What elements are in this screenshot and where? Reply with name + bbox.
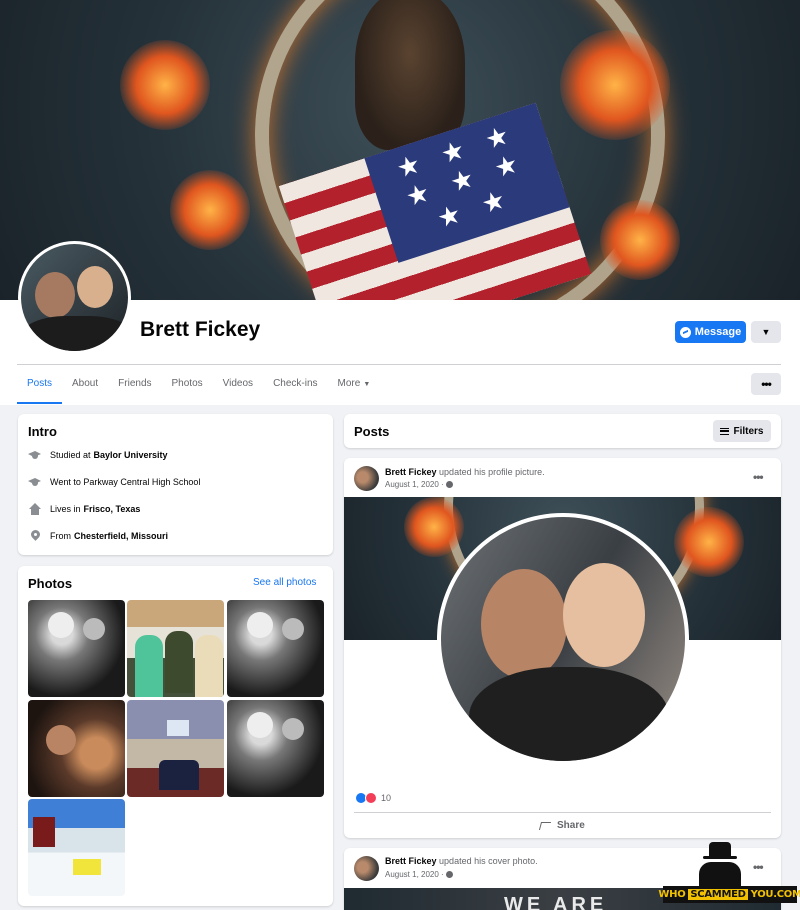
tab-friends[interactable]: Friends — [108, 365, 161, 404]
intro-item-prefix: From — [50, 531, 71, 541]
cover-eagle — [355, 0, 465, 150]
cover-image-text: WE ARE — [504, 894, 608, 910]
photo-thumbnail[interactable] — [28, 600, 125, 697]
intro-title: Intro — [28, 424, 57, 439]
profile-name: Brett Fickey — [140, 318, 261, 341]
profile-tabs: Posts About Friends Photos Videos Check-… — [17, 365, 380, 404]
photos-title: Photos — [28, 576, 73, 591]
chevron-down-icon: ▼ — [761, 327, 771, 337]
photo-face — [481, 569, 567, 679]
watermark-figure-icon — [699, 862, 741, 888]
watermark-hat-icon — [703, 842, 737, 859]
photo-shirt — [469, 667, 669, 761]
intro-item-value[interactable]: Frisco, Texas — [84, 504, 141, 514]
post-author-avatar[interactable] — [354, 856, 379, 881]
watermark-left: WHO — [658, 889, 686, 900]
watermark-right: YOU.COM — [750, 889, 800, 900]
cover-fire — [120, 40, 210, 130]
post-divider — [354, 812, 771, 813]
photo-thumbnail[interactable] — [227, 600, 324, 697]
filters-icon — [720, 427, 730, 435]
cover-photo[interactable]: ★ ★ ★ ★ ★ ★ ★ ★ — [0, 0, 800, 300]
intro-item-prefix: Studied at — [50, 450, 91, 460]
tab-more[interactable]: More ▼ — [328, 365, 381, 404]
post-author-avatar[interactable] — [354, 466, 379, 491]
intro-item-lives-in: Lives in Frisco, Texas — [28, 503, 140, 515]
graduation-cap-icon — [28, 476, 42, 488]
profile-header: ★ ★ ★ ★ ★ ★ ★ ★ Brett Fickey Message ▼ Pos… — [0, 0, 800, 405]
photo-thumbnail[interactable] — [127, 700, 224, 797]
backdrop-fire — [674, 507, 744, 577]
reaction-count: 10 — [381, 793, 392, 803]
see-all-photos-link[interactable]: See all photos — [253, 577, 316, 588]
photo-thumbnail[interactable] — [28, 799, 125, 896]
post-header-text: Brett Fickey updated his cover photo. — [385, 856, 538, 866]
share-label: Share — [557, 819, 585, 831]
post-header-text: Brett Fickey updated his profile picture… — [385, 467, 545, 477]
post-action-text: updated his cover photo. — [439, 856, 538, 866]
location-pin-icon — [28, 530, 42, 542]
photo-thumbnail[interactable] — [28, 700, 125, 797]
post-profile-picture[interactable] — [437, 513, 689, 765]
avatar-face — [35, 272, 75, 318]
cover-fire — [560, 30, 670, 140]
share-button[interactable]: Share — [540, 816, 585, 834]
avatar-shirt — [21, 316, 128, 351]
tab-videos[interactable]: Videos — [213, 365, 263, 404]
message-button-label: Message — [694, 326, 742, 338]
home-icon — [28, 503, 42, 515]
watermark-text: WHO SCAMMED YOU.COM — [658, 886, 800, 903]
post-date-text[interactable]: August 1, 2020 · — [385, 480, 444, 489]
post-author-name[interactable]: Brett Fickey — [385, 856, 437, 866]
globe-icon — [445, 871, 453, 878]
site-watermark: WHO SCAMMED YOU.COM — [658, 838, 800, 904]
share-icon — [540, 820, 552, 830]
intro-item-education: Studied at Baylor University — [28, 449, 168, 461]
tab-more-label: More — [337, 378, 361, 389]
filters-label: Filters — [733, 425, 764, 437]
profile-avatar[interactable] — [18, 241, 131, 354]
tab-check-ins[interactable]: Check-ins — [263, 365, 327, 404]
intro-item-prefix: Went to Parkway Central High School — [50, 477, 201, 487]
messenger-icon — [679, 326, 691, 338]
post-reactions[interactable]: 10 — [355, 792, 391, 804]
post-date-text[interactable]: August 1, 2020 · — [385, 870, 444, 879]
avatar-face — [77, 266, 113, 308]
intro-item-high-school: Went to Parkway Central High School — [28, 476, 200, 488]
tab-about[interactable]: About — [62, 365, 108, 404]
filters-button[interactable]: Filters — [713, 420, 771, 442]
more-options-button[interactable]: ••• — [751, 373, 781, 395]
cover-fire — [170, 170, 250, 250]
intro-item-value[interactable]: Baylor University — [94, 450, 168, 460]
post-action-text: updated his profile picture. — [439, 467, 545, 477]
intro-item-prefix: Lives in — [50, 504, 81, 514]
photo-face — [563, 563, 645, 667]
intro-item-from: From Chesterfield, Missouri — [28, 530, 168, 542]
backdrop-fire — [404, 497, 464, 557]
love-reaction-icon — [365, 792, 377, 804]
caret-down-icon: ▼ — [363, 381, 371, 388]
tab-photos[interactable]: Photos — [162, 365, 213, 404]
photo-thumbnail[interactable] — [127, 600, 224, 697]
intro-item-value[interactable]: Chesterfield, Missouri — [74, 531, 168, 541]
tab-posts[interactable]: Posts — [17, 365, 63, 404]
ellipsis-icon: ••• — [753, 470, 764, 484]
post-author-name[interactable]: Brett Fickey — [385, 467, 437, 477]
post-date: August 1, 2020 · — [385, 480, 453, 489]
graduation-cap-icon — [28, 449, 42, 461]
cover-fire — [600, 200, 680, 280]
message-button[interactable]: Message — [675, 321, 746, 343]
ellipsis-icon: ••• — [761, 377, 772, 391]
intro-card: Intro Studied at Baylor University Went … — [18, 414, 333, 555]
posts-title: Posts — [354, 424, 390, 439]
watermark-middle: SCAMMED — [688, 889, 748, 900]
post-date: August 1, 2020 · — [385, 870, 453, 879]
post-options-button[interactable]: ••• — [753, 470, 764, 484]
globe-icon — [445, 481, 453, 488]
photo-thumbnail[interactable] — [227, 700, 324, 797]
more-actions-button[interactable]: ▼ — [751, 321, 781, 343]
